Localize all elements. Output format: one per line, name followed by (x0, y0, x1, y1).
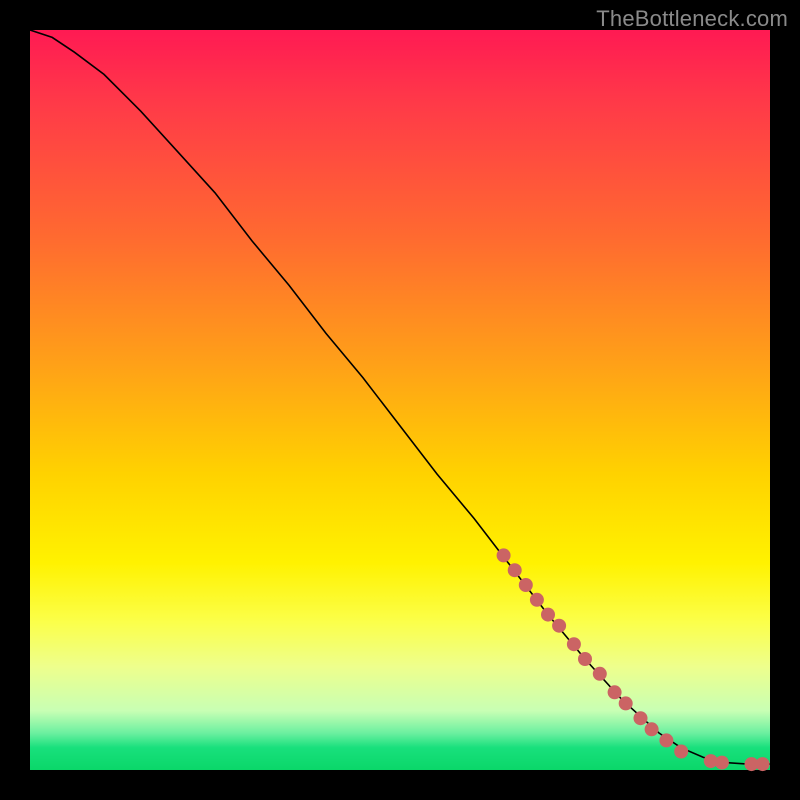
curve-marker (497, 548, 511, 562)
watermark-text: TheBottleneck.com (596, 6, 788, 32)
curve-marker (674, 745, 688, 759)
curve-marker (634, 711, 648, 725)
curve-marker (508, 563, 522, 577)
curve-marker (756, 757, 770, 771)
curve-markers (497, 548, 770, 771)
chart-stage: TheBottleneck.com (0, 0, 800, 800)
curve-marker (659, 733, 673, 747)
curve-marker (645, 722, 659, 736)
curve-marker (530, 593, 544, 607)
curve-marker (552, 619, 566, 633)
curve-marker (519, 578, 533, 592)
curve-marker (619, 696, 633, 710)
curve-marker (578, 652, 592, 666)
bottleneck-curve-line (30, 30, 770, 764)
chart-svg (30, 30, 770, 770)
curve-marker (567, 637, 581, 651)
curve-marker (593, 667, 607, 681)
plot-area (30, 30, 770, 770)
curve-marker (715, 756, 729, 770)
curve-marker (608, 685, 622, 699)
curve-marker (541, 608, 555, 622)
